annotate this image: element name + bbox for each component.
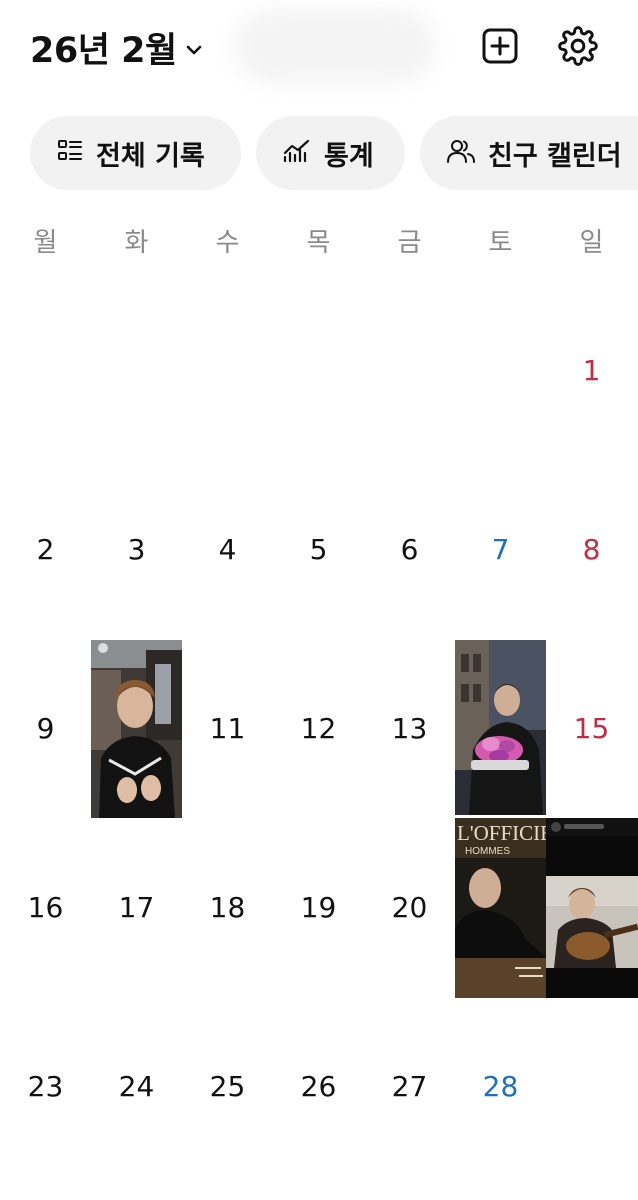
day-3[interactable]: 3: [91, 533, 182, 566]
filter-chip-row: 전체 기록 통계 친구 캘린더: [0, 116, 638, 190]
day-20[interactable]: 20: [364, 891, 455, 924]
friends-icon: [446, 137, 476, 169]
day-7[interactable]: 7: [455, 533, 546, 566]
all-records-label: 전체 기록: [96, 140, 205, 172]
day-1[interactable]: 1: [546, 354, 637, 387]
weekday-sat: 토: [488, 228, 513, 258]
photo-thumbnail-day-14[interactable]: [455, 640, 546, 815]
weekday-wed: 수: [215, 228, 240, 258]
add-record-button[interactable]: [480, 28, 520, 68]
weekday-thu: 목: [306, 228, 331, 258]
gear-icon: [558, 26, 598, 70]
plus-square-icon: [481, 27, 519, 69]
blurred-area: [235, 10, 435, 82]
day-9[interactable]: 9: [0, 712, 91, 745]
day-12[interactable]: 12: [273, 712, 364, 745]
day-17[interactable]: 17: [91, 891, 182, 924]
day-6[interactable]: 6: [364, 533, 455, 566]
month-selector[interactable]: 26년 2월: [30, 22, 203, 73]
guitar-photo-image: [546, 818, 638, 998]
day-19[interactable]: 19: [273, 891, 364, 924]
day-25[interactable]: 25: [182, 1070, 273, 1103]
list-icon: [56, 137, 84, 169]
photo-thumbnail-day-10[interactable]: [91, 640, 182, 818]
statistics-chip[interactable]: 통계: [256, 116, 405, 190]
settings-button[interactable]: [558, 26, 598, 70]
magazine-subtitle-text: HOMMES: [465, 846, 510, 857]
header: 26년 2월: [0, 0, 638, 100]
day-8[interactable]: 8: [546, 533, 637, 566]
day-2[interactable]: 2: [0, 533, 91, 566]
weekday-tue: 화: [124, 228, 149, 258]
chevron-down-icon: [185, 41, 203, 60]
day-16[interactable]: 16: [0, 891, 91, 924]
weekday-sun: 일: [579, 228, 604, 258]
friends-calendar-label: 친구 캘린더: [488, 140, 622, 172]
month-title: 26년 2월: [30, 31, 177, 71]
portrait-photo-image: [91, 640, 182, 818]
statistics-label: 통계: [324, 140, 374, 172]
chart-icon: [282, 137, 312, 169]
weekday-fri: 금: [397, 228, 422, 258]
guitar-thumbnail-day-22[interactable]: [546, 818, 638, 998]
day-28[interactable]: 28: [455, 1070, 546, 1103]
day-11[interactable]: 11: [182, 712, 273, 745]
weekday-header: 월 화 수 목 금 토 일: [0, 222, 638, 266]
magazine-thumbnail-day-21[interactable]: L'OFFICIEL HOMMES: [455, 818, 546, 998]
magazine-cover-image: L'OFFICIEL HOMMES: [455, 818, 546, 998]
day-26[interactable]: 26: [273, 1070, 364, 1103]
magazine-title-text: L'OFFICIEL: [457, 821, 546, 845]
day-4[interactable]: 4: [182, 533, 273, 566]
weekday-mon: 월: [33, 228, 58, 258]
friends-calendar-chip[interactable]: 친구 캘린더: [420, 116, 638, 190]
calendar-grid: 1 2 3 4 5 6 7 8 9 11 12 13 15 16 17 18 1…: [0, 280, 638, 1180]
all-records-chip[interactable]: 전체 기록: [30, 116, 241, 190]
day-5[interactable]: 5: [273, 533, 364, 566]
flowers-photo-image: [455, 640, 546, 815]
day-15[interactable]: 15: [546, 712, 637, 745]
day-27[interactable]: 27: [364, 1070, 455, 1103]
day-24[interactable]: 24: [91, 1070, 182, 1103]
day-23[interactable]: 23: [0, 1070, 91, 1103]
day-18[interactable]: 18: [182, 891, 273, 924]
day-13[interactable]: 13: [364, 712, 455, 745]
